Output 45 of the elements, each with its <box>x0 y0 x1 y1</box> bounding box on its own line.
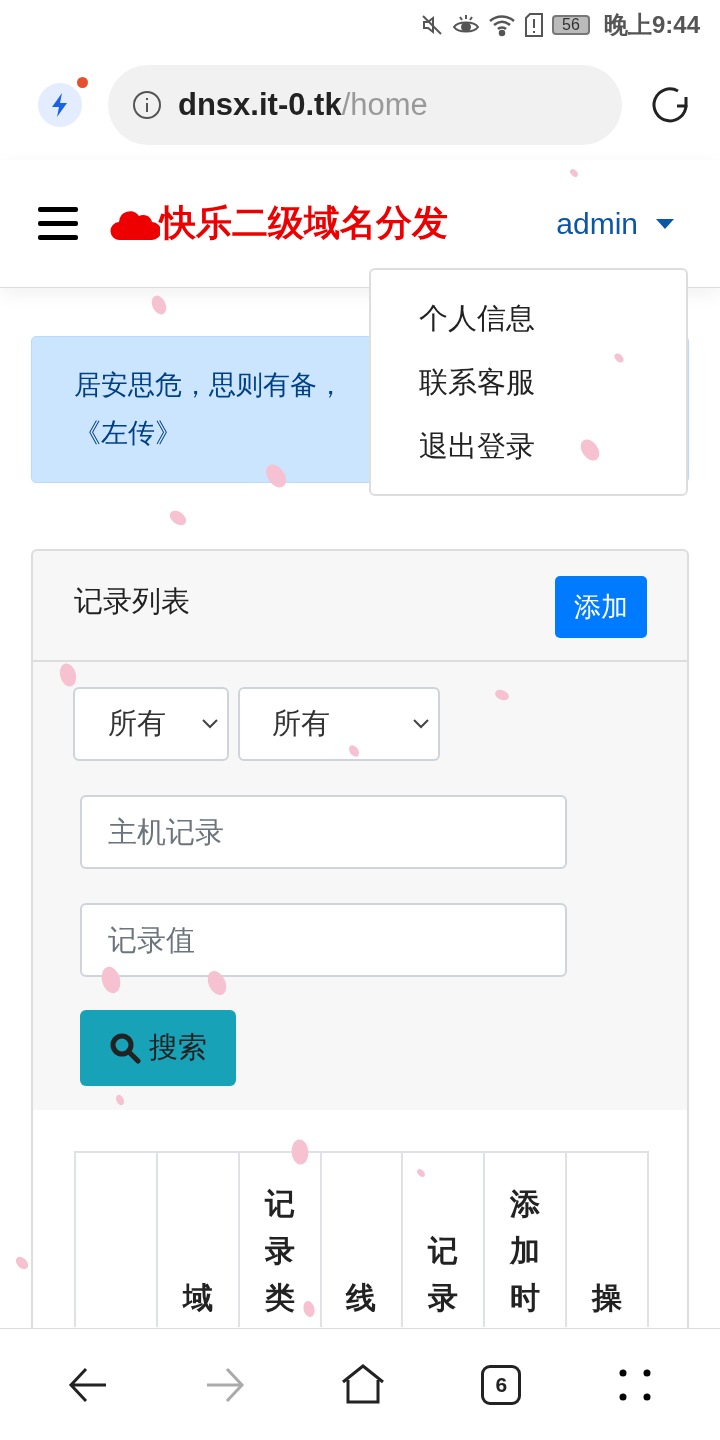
address-bar[interactable]: dnsx.it-0.tk/home <box>108 65 622 145</box>
quote-text: 居安思危，思则有备， <box>74 369 344 402</box>
card-title: 记录列表 <box>74 584 190 619</box>
petal-icon <box>14 1254 30 1272</box>
lightning-icon <box>50 92 70 118</box>
caret-icon <box>656 218 674 229</box>
more-button[interactable] <box>617 1367 652 1402</box>
column-header: 线 <box>346 1280 377 1316</box>
input-field[interactable]: 记录值 <box>80 903 567 977</box>
quote-text: 《左传》 <box>74 417 182 450</box>
battery-icon: 56 <box>551 15 590 35</box>
input-field[interactable]: 主机记录 <box>80 795 567 869</box>
column-header: 域 <box>182 1280 213 1316</box>
menu-item[interactable]: 个人信息 <box>371 286 686 350</box>
petal-icon <box>114 1092 126 1108</box>
notification-dot <box>77 77 88 88</box>
petal-icon <box>613 350 625 366</box>
chevron-icon <box>201 718 219 730</box>
sim-alert-icon <box>523 12 544 38</box>
add-button[interactable]: 添加 <box>555 576 647 638</box>
search-icon <box>109 1032 141 1064</box>
clock-time: 晚上9:44 <box>603 10 700 40</box>
menu-button[interactable] <box>38 206 78 241</box>
back-button[interactable] <box>68 1366 109 1403</box>
column-header: 添加时 <box>510 1186 541 1316</box>
filter-select[interactable]: 所有 <box>238 687 440 761</box>
chevron-icon <box>412 718 430 730</box>
menu-item[interactable]: 联系客服 <box>371 350 686 414</box>
home-button[interactable] <box>340 1363 385 1406</box>
lightning-button[interactable] <box>38 83 82 127</box>
site-title: 快乐二级域名分发 <box>160 201 448 245</box>
mute-icon <box>419 13 444 37</box>
tabs-button[interactable]: 6 <box>481 1364 522 1405</box>
menu-item[interactable]: 退出登录 <box>371 414 686 478</box>
filter-select[interactable]: 所有 <box>73 687 229 761</box>
info-icon <box>132 90 162 120</box>
column-header: 操 <box>592 1280 623 1316</box>
column-header: 记录类 <box>264 1186 295 1316</box>
user-menu-toggle[interactable]: admin <box>556 206 674 241</box>
wifi-icon <box>487 13 516 37</box>
petal-icon <box>300 1298 318 1320</box>
url-host: dnsx.it-0.tk <box>178 87 342 123</box>
url-path: /home <box>341 87 428 123</box>
column-header: 记录 <box>428 1233 459 1316</box>
search-button[interactable]: 搜索 <box>80 1010 236 1086</box>
